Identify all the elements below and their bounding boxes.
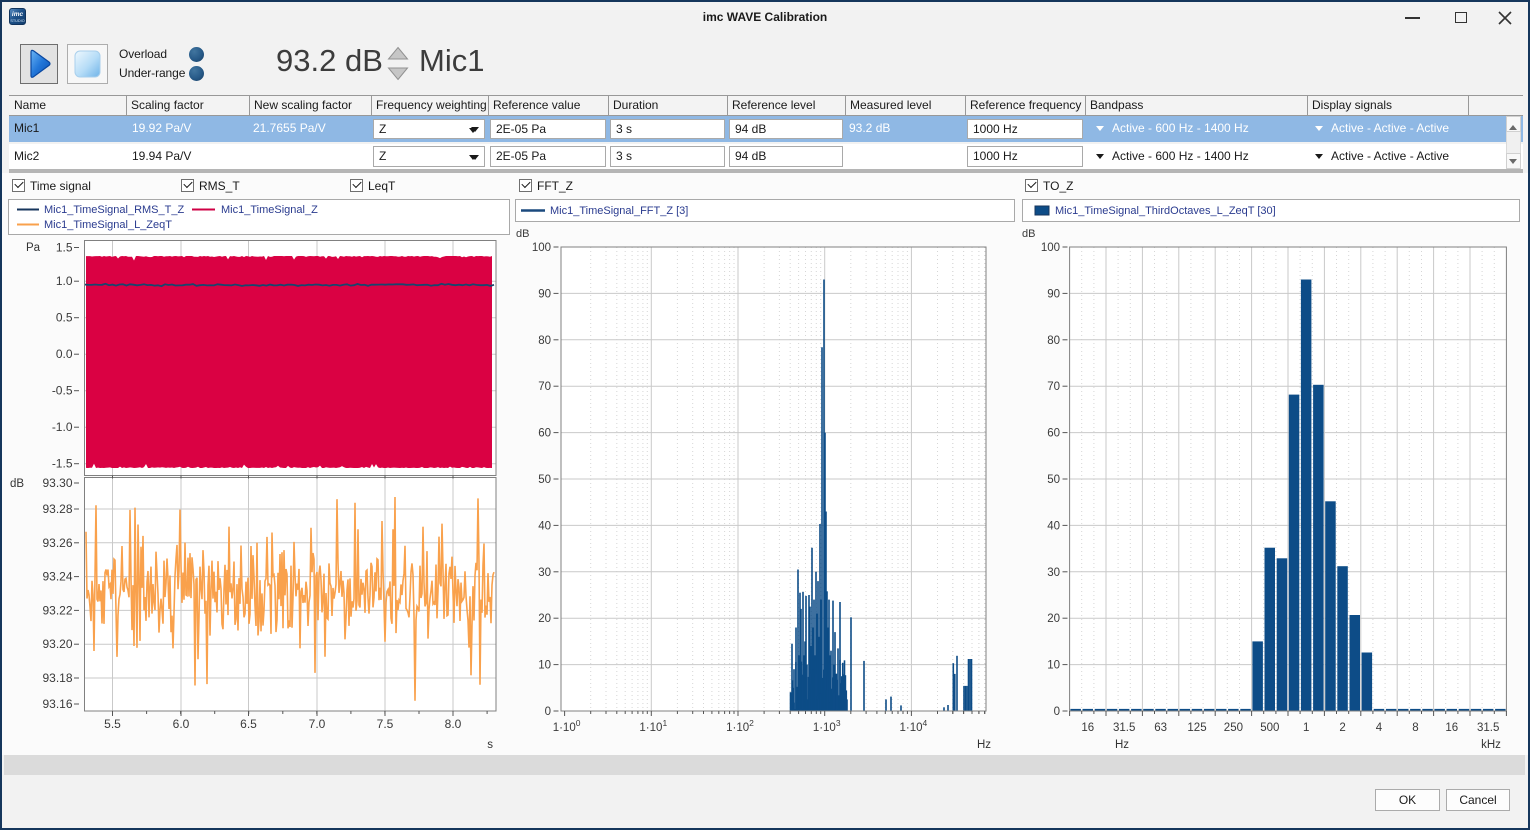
svg-text:250: 250 [1224, 722, 1243, 734]
svg-text:dB: dB [516, 228, 529, 240]
svg-text:16: 16 [1445, 722, 1458, 734]
svg-text:30: 30 [538, 567, 551, 579]
svg-text:Mic1_TimeSignal_FFT_Z [3]: Mic1_TimeSignal_FFT_Z [3] [550, 205, 688, 217]
svg-text:-1.0: -1.0 [52, 420, 73, 434]
svg-text:0: 0 [1054, 706, 1060, 718]
svg-text:93.16: 93.16 [42, 697, 72, 711]
svg-text:10: 10 [538, 660, 551, 672]
svg-text:60: 60 [1047, 428, 1060, 440]
svg-text:93.24: 93.24 [42, 570, 72, 584]
svg-text:60: 60 [538, 428, 551, 440]
svg-text:-1.5: -1.5 [52, 457, 73, 471]
svg-text:1·103: 1·103 [813, 718, 841, 734]
svg-text:20: 20 [1047, 613, 1060, 625]
svg-text:40: 40 [1047, 520, 1060, 532]
svg-text:1·101: 1·101 [639, 718, 667, 734]
svg-text:1·102: 1·102 [726, 718, 754, 734]
svg-text:70: 70 [538, 381, 551, 393]
svg-text:93.30: 93.30 [42, 476, 72, 490]
svg-text:90: 90 [538, 288, 551, 300]
svg-text:50: 50 [538, 474, 551, 486]
svg-text:100: 100 [1041, 242, 1060, 254]
svg-text:Mic1_TimeSignal_RMS_T_Z: Mic1_TimeSignal_RMS_T_Z [44, 204, 184, 216]
svg-text:100: 100 [532, 242, 551, 254]
svg-text:0.5: 0.5 [56, 311, 73, 325]
svg-text:4: 4 [1376, 722, 1383, 734]
svg-text:1: 1 [1303, 722, 1309, 734]
svg-text:Pa: Pa [26, 242, 41, 254]
svg-text:Hz: Hz [1115, 739, 1129, 751]
svg-text:93.22: 93.22 [42, 603, 72, 617]
svg-text:6.5: 6.5 [240, 717, 257, 731]
svg-text:31.5: 31.5 [1113, 722, 1135, 734]
svg-text:63: 63 [1154, 722, 1167, 734]
svg-text:90: 90 [1047, 288, 1060, 300]
svg-text:80: 80 [538, 335, 551, 347]
svg-text:16: 16 [1081, 722, 1094, 734]
svg-text:125: 125 [1187, 722, 1206, 734]
svg-text:30: 30 [1047, 567, 1060, 579]
svg-text:6.0: 6.0 [173, 717, 190, 731]
svg-text:1.0: 1.0 [56, 274, 73, 288]
svg-text:50: 50 [1047, 474, 1060, 486]
svg-text:93.18: 93.18 [42, 671, 72, 685]
svg-text:500: 500 [1260, 722, 1279, 734]
svg-text:0: 0 [545, 706, 551, 718]
svg-text:8: 8 [1412, 722, 1418, 734]
svg-text:s: s [487, 739, 493, 751]
svg-text:2: 2 [1339, 722, 1345, 734]
svg-text:31.5: 31.5 [1477, 722, 1499, 734]
svg-text:80: 80 [1047, 335, 1060, 347]
svg-text:70: 70 [1047, 381, 1060, 393]
svg-text:Mic1_TimeSignal_L_ZeqT: Mic1_TimeSignal_L_ZeqT [44, 219, 172, 231]
svg-text:-0.5: -0.5 [52, 384, 73, 398]
svg-text:1.5: 1.5 [56, 241, 73, 255]
svg-text:0.0: 0.0 [56, 347, 73, 361]
svg-text:kHz: kHz [1481, 739, 1501, 751]
svg-text:1·100: 1·100 [553, 718, 581, 734]
svg-text:5.5: 5.5 [104, 717, 121, 731]
svg-text:dB: dB [1022, 228, 1035, 240]
svg-text:Mic1_TimeSignal_ThirdOctaves_L: Mic1_TimeSignal_ThirdOctaves_L_ZeqT [30] [1055, 205, 1276, 217]
svg-text:8.0: 8.0 [445, 717, 462, 731]
svg-text:Mic1_TimeSignal_Z: Mic1_TimeSignal_Z [221, 204, 318, 216]
svg-text:7.5: 7.5 [377, 717, 394, 731]
svg-text:10: 10 [1047, 660, 1060, 672]
svg-text:93.28: 93.28 [42, 502, 72, 516]
svg-text:dB: dB [10, 478, 24, 490]
svg-text:93.20: 93.20 [42, 637, 72, 651]
svg-text:7.0: 7.0 [309, 717, 326, 731]
svg-text:40: 40 [538, 520, 551, 532]
svg-text:20: 20 [538, 613, 551, 625]
svg-text:1·104: 1·104 [900, 718, 928, 734]
svg-text:Hz: Hz [977, 739, 991, 751]
svg-text:93.26: 93.26 [42, 536, 72, 550]
